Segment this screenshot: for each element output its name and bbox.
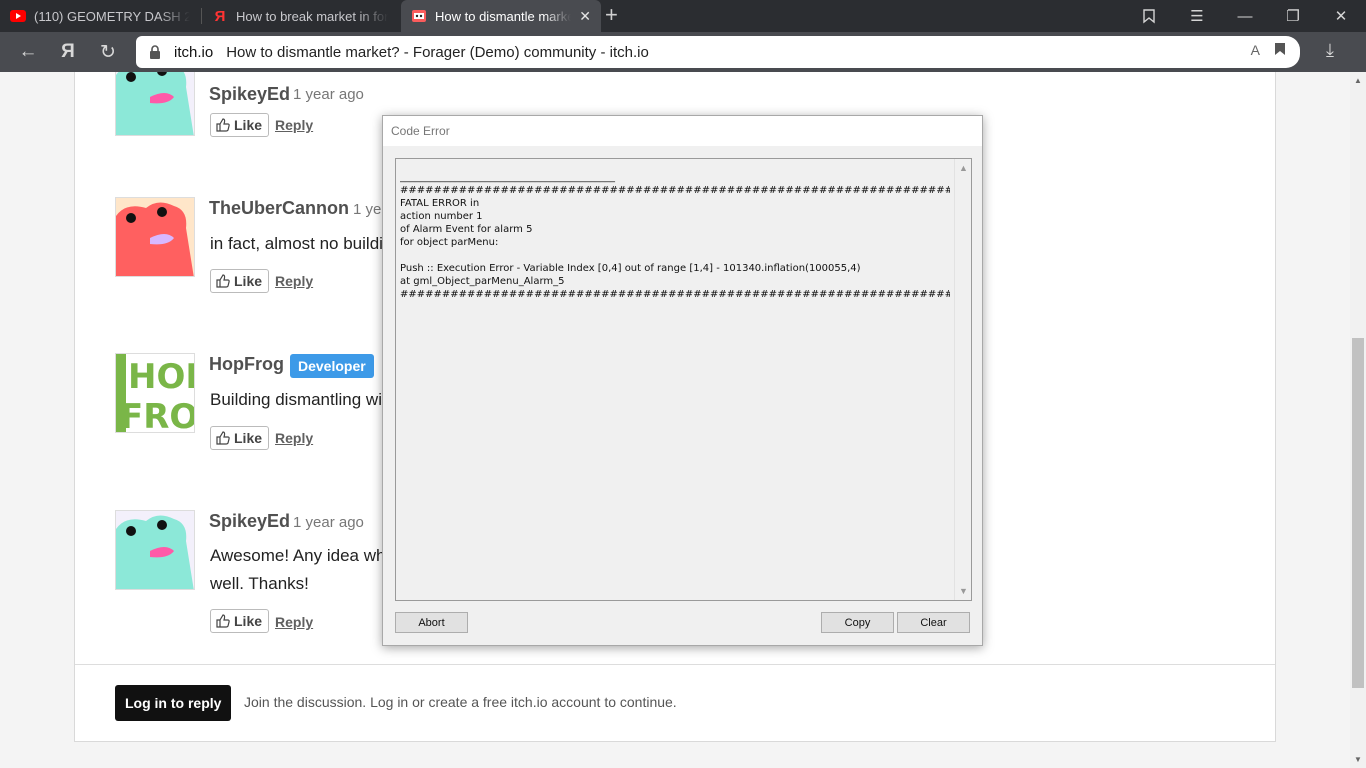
developer-badge: Developer	[290, 354, 374, 378]
divider	[75, 664, 1275, 665]
address-field[interactable]: itch.io How to dismantle market? - Forag…	[136, 36, 1300, 68]
thumbs-up-icon	[216, 118, 230, 132]
tab-title: How to dismantle market? - Forager (Demo…	[435, 8, 572, 24]
avatar[interactable]	[115, 510, 195, 590]
svg-text:FRO: FRO	[120, 397, 195, 433]
comment-author[interactable]: SpikeyEd	[209, 511, 290, 532]
code-error-dialog: Code Error _____________________________…	[382, 115, 983, 646]
youtube-icon	[10, 8, 26, 24]
restore-icon[interactable]: ❐	[1270, 0, 1316, 32]
like-label: Like	[234, 117, 263, 133]
yandex-icon: Я	[214, 7, 226, 25]
menu-icon[interactable]: ☰	[1174, 0, 1220, 32]
minimize-icon[interactable]: —	[1222, 0, 1268, 32]
translate-icon[interactable]: A	[1251, 42, 1260, 59]
avatar[interactable]: HOI FRO	[115, 353, 195, 433]
join-discussion-text: Join the discussion. Log in or create a …	[244, 694, 677, 710]
like-button[interactable]: Like	[210, 609, 270, 633]
back-arrow-icon[interactable]: ←	[16, 40, 40, 64]
close-tab-icon[interactable]: ✕	[579, 8, 591, 25]
bookmark-icon[interactable]	[1274, 42, 1286, 59]
browser-tab-bar: (110) GEOMETRY DASH 2.2 Я How to break m…	[0, 0, 1366, 32]
comment-author[interactable]: HopFrog	[209, 354, 284, 375]
scroll-up-icon[interactable]: ▲	[959, 163, 968, 173]
download-icon[interactable]: ⤓	[1326, 40, 1334, 61]
hopfrog-logo-icon: HOI FRO	[116, 354, 195, 433]
scroll-up-icon[interactable]: ▲	[1354, 76, 1362, 85]
scroll-down-icon[interactable]: ▼	[1354, 755, 1362, 764]
comment-author[interactable]: TheUberCannon	[209, 198, 349, 219]
reply-link[interactable]: Reply	[275, 273, 313, 289]
like-button[interactable]: Like	[210, 113, 270, 137]
address-domain: itch.io	[174, 43, 214, 61]
error-box-scrollbar[interactable]: ▲ ▼	[954, 159, 971, 600]
reply-link[interactable]: Reply	[275, 430, 313, 446]
new-tab-icon[interactable]: +	[605, 4, 618, 26]
svg-text:HOI: HOI	[128, 357, 195, 397]
like-label: Like	[234, 613, 263, 629]
like-button[interactable]: Like	[210, 269, 270, 293]
lock-icon[interactable]	[146, 43, 164, 61]
thumbs-up-icon	[216, 614, 230, 628]
error-message-text: ________________________________________…	[400, 172, 950, 300]
dialog-title: Code Error	[383, 116, 982, 146]
address-bar-row: ← Я ↻ itch.io How to dismantle market? -…	[0, 32, 1366, 72]
thumbs-up-icon	[216, 274, 230, 288]
tab-title: (110) GEOMETRY DASH 2.2	[34, 8, 190, 24]
bookmarks-panel-icon[interactable]	[1126, 0, 1172, 32]
reply-link[interactable]: Reply	[275, 117, 313, 133]
address-page-title: How to dismantle market? - Forager (Demo…	[226, 43, 649, 61]
reload-icon[interactable]: ↻	[96, 40, 120, 64]
comment-author[interactable]: SpikeyEd	[209, 84, 290, 105]
reply-link[interactable]: Reply	[275, 614, 313, 630]
comment-time[interactable]: 1 year ago	[293, 86, 364, 103]
like-button[interactable]: Like	[210, 426, 270, 450]
abort-button[interactable]: Abort	[395, 612, 468, 633]
clear-button[interactable]: Clear	[897, 612, 970, 633]
copy-button[interactable]: Copy	[821, 612, 894, 633]
like-label: Like	[234, 273, 263, 289]
tab-itch-dismantle[interactable]: How to dismantle market? - Forager (Demo…	[401, 0, 601, 32]
comment-body-line: well. Thanks!	[210, 574, 309, 593]
tab-title: How to break market in forager	[236, 8, 388, 24]
itch-icon	[411, 8, 427, 24]
avatar[interactable]	[115, 72, 195, 136]
tab-forager-market[interactable]: Я How to break market in forager	[202, 0, 398, 32]
close-window-icon[interactable]: ✕	[1318, 0, 1364, 32]
tab-geometry-dash[interactable]: (110) GEOMETRY DASH 2.2	[0, 0, 200, 32]
login-to-reply-button[interactable]: Log in to reply	[115, 685, 232, 721]
thumbs-up-icon	[216, 431, 230, 445]
avatar[interactable]	[115, 197, 195, 277]
error-message-box[interactable]: ________________________________________…	[395, 158, 972, 601]
page-scrollbar[interactable]: ▲ ▼	[1350, 72, 1366, 768]
scroll-down-icon[interactable]: ▼	[959, 586, 968, 596]
scrollbar-thumb[interactable]	[1352, 338, 1364, 688]
comment-time[interactable]: 1 year ago	[293, 514, 364, 531]
yandex-home-icon[interactable]: Я	[56, 40, 80, 64]
like-label: Like	[234, 430, 263, 446]
